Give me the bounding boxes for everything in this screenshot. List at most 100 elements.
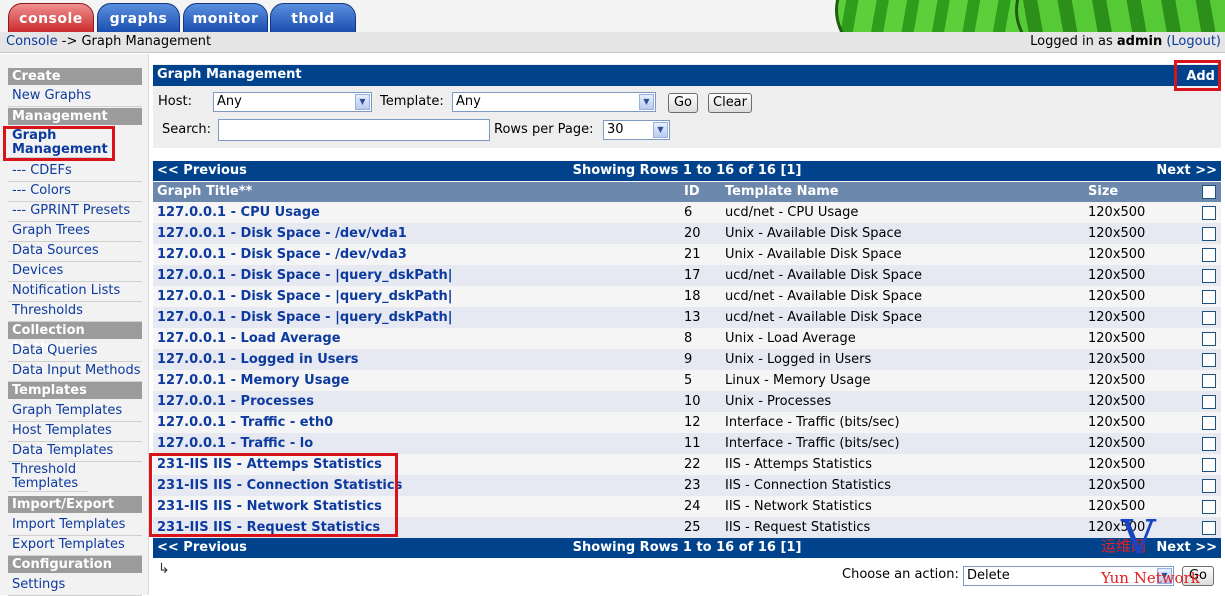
row-checkbox[interactable] <box>1202 395 1216 409</box>
template-label: Template: <box>380 94 444 109</box>
graph-title-link[interactable]: 127.0.0.1 - CPU Usage <box>157 202 320 223</box>
row-checkbox[interactable] <box>1202 311 1216 325</box>
breadcrumb: Console -> Graph Management Logged in as… <box>0 32 1225 53</box>
sidebar-item-notification-lists[interactable]: Notification Lists <box>8 282 142 302</box>
table-row: 127.0.0.1 - Logged in Users 9 Unix - Logge… <box>153 349 1221 370</box>
graph-title-link[interactable]: 127.0.0.1 - Disk Space - |query_dskPath| <box>157 307 452 328</box>
graph-id: 22 <box>684 457 701 472</box>
sidebar-item-export-templates[interactable]: Export Templates <box>8 536 142 556</box>
graph-title-link[interactable]: 127.0.0.1 - Load Average <box>157 328 341 349</box>
banner-cactus-logo <box>835 0 1225 32</box>
row-checkbox[interactable] <box>1202 227 1216 241</box>
sidebar-item-cdefs[interactable]: --- CDEFs <box>8 162 142 182</box>
graph-title-link[interactable]: 231-IIS IIS - Attemps Statistics <box>157 454 382 475</box>
sidebar-header-configuration: Configuration <box>8 556 142 573</box>
sidebar-header-collection-methods: Collection Methods <box>8 322 142 355</box>
row-checkbox[interactable] <box>1202 332 1216 346</box>
table-row: 127.0.0.1 - Memory Usage 5 Linux - Memory … <box>153 370 1221 391</box>
sidebar-item-import-templates[interactable]: Import Templates <box>8 516 142 536</box>
sidebar-item-host-templates[interactable]: Host Templates <box>8 422 142 442</box>
action-label: Choose an action: <box>842 567 959 582</box>
graph-title-link[interactable]: 127.0.0.1 - Disk Space - |query_dskPath| <box>157 286 452 307</box>
graph-title-link[interactable]: 231-IIS IIS - Request Statistics <box>157 517 380 538</box>
graph-size: 120x500 <box>1088 457 1146 472</box>
sidebar-item-thresholds[interactable]: Thresholds <box>8 302 142 322</box>
row-checkbox[interactable] <box>1202 353 1216 367</box>
row-checkbox[interactable] <box>1202 206 1216 220</box>
column-header-id[interactable]: ID <box>684 182 700 202</box>
graph-title-link[interactable]: 231-IIS IIS - Connection Statistics <box>157 475 402 496</box>
graph-title-link[interactable]: 127.0.0.1 - Logged in Users <box>157 349 359 370</box>
sidebar-item-new-graphs[interactable]: New Graphs <box>8 87 142 107</box>
graph-title-link[interactable]: 127.0.0.1 - Disk Space - /dev/vda3 <box>157 244 407 265</box>
tab-console[interactable]: console <box>8 3 94 33</box>
sidebar-item-data-templates[interactable]: Data Templates <box>8 442 142 462</box>
sidebar-item-data-sources[interactable]: Data Sources <box>8 242 142 262</box>
graph-title-link[interactable]: 127.0.0.1 - Disk Space - |query_dskPath| <box>157 265 452 286</box>
table-row: 127.0.0.1 - Disk Space - |query_dskPath|… <box>153 286 1221 307</box>
sidebar-item-data-queries[interactable]: Data Queries <box>8 342 142 362</box>
previous-link[interactable]: << Previous <box>157 538 247 558</box>
sidebar-item-gprint-presets[interactable]: --- GPRINT Presets <box>8 202 142 222</box>
graph-title-link[interactable]: 127.0.0.1 - Memory Usage <box>157 370 349 391</box>
graph-id: 13 <box>684 310 701 325</box>
graph-title-link[interactable]: 231-IIS IIS - Network Statistics <box>157 496 382 517</box>
row-checkbox[interactable] <box>1202 248 1216 262</box>
chevron-down-icon: ▼ <box>653 122 668 138</box>
watermark-en-text: Yun Network <box>1101 569 1200 587</box>
row-checkbox[interactable] <box>1202 500 1216 514</box>
template-select[interactable]: Any ▼ <box>452 92 656 112</box>
host-label: Host: <box>158 94 192 109</box>
graph-id: 20 <box>684 226 701 241</box>
logout-link[interactable]: (Logout) <box>1166 34 1221 49</box>
breadcrumb-console-link[interactable]: Console <box>6 34 58 49</box>
sidebar-item-devices[interactable]: Devices <box>8 262 142 282</box>
pager-top: Showing Rows 1 to 16 of 16 [1] << Previo… <box>153 161 1221 181</box>
search-input[interactable] <box>218 119 490 141</box>
row-checkbox[interactable] <box>1202 458 1216 472</box>
select-all-checkbox[interactable] <box>1202 185 1216 199</box>
row-checkbox[interactable] <box>1202 437 1216 451</box>
selection-arrow-icon: ↳ <box>158 561 170 577</box>
pager-bottom: Showing Rows 1 to 16 of 16 [1] << Previo… <box>153 538 1221 558</box>
template-name: ucd/net - Available Disk Space <box>725 268 922 283</box>
tab-graphs[interactable]: graphs <box>97 3 180 33</box>
add-graph-link[interactable]: Add <box>1186 67 1215 87</box>
previous-link[interactable]: << Previous <box>157 161 247 181</box>
row-checkbox[interactable] <box>1202 269 1216 283</box>
row-checkbox[interactable] <box>1202 290 1216 304</box>
table-row: 127.0.0.1 - Traffic - lo 11 Interface - Tr… <box>153 433 1221 454</box>
graph-title-link[interactable]: 127.0.0.1 - Traffic - eth0 <box>157 412 333 433</box>
graph-id: 8 <box>684 331 693 346</box>
column-header-size[interactable]: Size <box>1088 182 1118 202</box>
row-checkbox[interactable] <box>1202 521 1216 535</box>
host-select[interactable]: Any ▼ <box>213 92 372 112</box>
sidebar-item-graph-trees[interactable]: Graph Trees <box>8 222 142 242</box>
sidebar-item-settings[interactable]: Settings <box>8 576 142 596</box>
rows-per-page-select[interactable]: 30 ▼ <box>603 120 670 140</box>
row-checkbox[interactable] <box>1202 479 1216 493</box>
next-link[interactable]: Next >> <box>1156 538 1217 558</box>
table-row: 127.0.0.1 - Processes 10 Unix - Processes 1… <box>153 391 1221 412</box>
sidebar-item-graph-management[interactable]: Graph Management <box>8 128 108 158</box>
rows-per-page-value: 30 <box>607 122 624 137</box>
template-name: IIS - Network Statistics <box>725 499 872 514</box>
column-header-title[interactable]: Graph Title** <box>157 182 252 202</box>
sidebar-item-threshold-templates[interactable]: Threshold Templates <box>8 462 88 492</box>
graph-title-link[interactable]: 127.0.0.1 - Disk Space - /dev/vda1 <box>157 223 407 244</box>
graph-title-link[interactable]: 127.0.0.1 - Traffic - lo <box>157 433 313 454</box>
go-button[interactable]: Go <box>668 93 698 113</box>
host-select-value: Any <box>217 94 242 109</box>
sidebar-item-data-input-methods[interactable]: Data Input Methods <box>8 362 142 382</box>
row-checkbox[interactable] <box>1202 416 1216 430</box>
next-link[interactable]: Next >> <box>1156 161 1217 181</box>
clear-button[interactable]: Clear <box>708 93 752 113</box>
graph-title-link[interactable]: 127.0.0.1 - Processes <box>157 391 314 412</box>
column-header-template[interactable]: Template Name <box>725 182 839 202</box>
sidebar-item-graph-templates[interactable]: Graph Templates <box>8 402 142 422</box>
row-checkbox[interactable] <box>1202 374 1216 388</box>
sidebar-item-colors[interactable]: --- Colors <box>8 182 142 202</box>
graph-id: 17 <box>684 268 701 283</box>
tab-thold[interactable]: thold <box>270 3 356 33</box>
tab-monitor[interactable]: monitor <box>183 3 268 33</box>
